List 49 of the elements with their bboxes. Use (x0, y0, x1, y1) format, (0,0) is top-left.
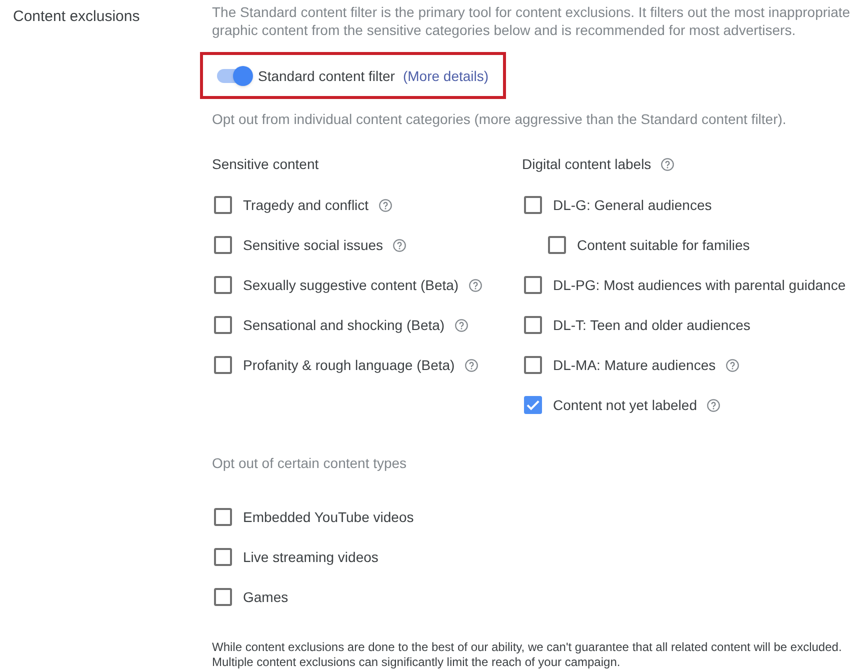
description-text: The Standard content filter is the primary tool for content exclusions. It filters out the most inappropriate (212, 3, 850, 21)
checkbox[interactable] (214, 508, 232, 526)
help-icon[interactable] (707, 398, 720, 412)
option-label: Live streaming videos (243, 548, 378, 567)
toggle-switch[interactable] (217, 66, 253, 86)
option-label: Sexually suggestive content (Beta) (243, 276, 459, 295)
help-icon[interactable] (464, 358, 478, 372)
help-icon[interactable] (393, 238, 406, 252)
description-text: graphic content from the sensitive categories below and is recommended for most advertisers. (212, 21, 797, 39)
checkbox[interactable] (214, 548, 232, 566)
option-label: DL-PG: Most audiences with parental guidance (553, 276, 846, 295)
section-subheading: Opt out of certain content types (212, 454, 407, 472)
help-icon[interactable] (468, 278, 482, 292)
option-label: Tragedy and conflict (243, 196, 369, 215)
checkbox[interactable] (214, 236, 232, 254)
more-details-link[interactable]: (More details) (402, 66, 489, 86)
help-icon[interactable] (378, 198, 392, 212)
group-heading: Digital content labels (522, 155, 652, 174)
help-icon[interactable] (454, 318, 468, 332)
option-label: Sensitive social issues (243, 236, 384, 255)
checkbox[interactable] (214, 356, 232, 374)
checkbox[interactable] (548, 236, 566, 254)
checkbox[interactable] (214, 316, 232, 334)
option-label: DL-T: Teen and older audiences (553, 316, 750, 335)
option-label: DL-MA: Mature audiences (553, 356, 716, 375)
checkbox[interactable] (214, 196, 232, 214)
option-label: Embedded YouTube videos (243, 508, 414, 527)
group-heading: Sensitive content (212, 155, 319, 174)
checkbox[interactable] (524, 276, 542, 294)
checkbox[interactable] (214, 276, 232, 294)
help-icon[interactable] (661, 158, 674, 170)
checkbox[interactable] (524, 316, 542, 334)
toggle-label: Standard content filter (258, 66, 395, 86)
option-label: Sensational and shocking (Beta) (243, 316, 445, 335)
option-label: Content not yet labeled (553, 396, 697, 415)
option-label: DL-G: General audiences (553, 196, 712, 215)
option-label: Games (243, 588, 288, 607)
disclaimer-text: While content exclusions are done to the best of our ability, we can't guarantee that all related content will be excluded. (212, 640, 842, 655)
section-label: Content exclusions (13, 8, 140, 25)
option-label: Content suitable for families (577, 236, 750, 255)
disclaimer-text: Multiple content exclusions can significantly limit the reach of your campaign. (212, 655, 620, 670)
option-label: Profanity & rough language (Beta) (243, 356, 455, 375)
checkbox[interactable] (524, 396, 542, 414)
checkbox[interactable] (524, 196, 542, 214)
checkbox[interactable] (214, 588, 232, 606)
checkbox[interactable] (524, 356, 542, 374)
opt-out-note: Opt out from individual content categories (more aggressive than the Standard content filter). (212, 110, 786, 128)
checkmark-icon (526, 398, 540, 412)
help-icon[interactable] (726, 358, 739, 372)
